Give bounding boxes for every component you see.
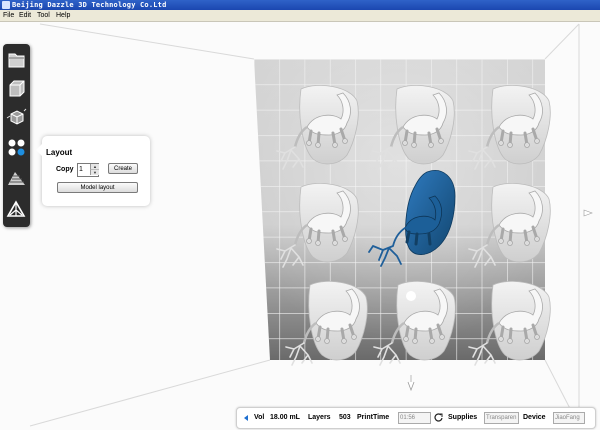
transform-cube-icon[interactable]: [5, 106, 28, 129]
title-bar: Beijing Dazzle 3D Technology Co.Ltd: [0, 0, 600, 10]
copy-count-input[interactable]: [79, 164, 89, 175]
menu-help[interactable]: Help: [56, 10, 70, 21]
menu-file[interactable]: File: [3, 10, 14, 21]
printtime-field: 01:56: [398, 412, 431, 424]
supplies-field[interactable]: Transparen: [484, 412, 519, 424]
menu-edit[interactable]: Edit: [19, 10, 31, 21]
menu-tool[interactable]: Tool: [37, 10, 50, 21]
app-icon: [2, 1, 10, 9]
stepper-down-icon[interactable]: ▼: [90, 170, 99, 175]
collapse-arrow-icon[interactable]: [244, 415, 249, 421]
scene-canvas[interactable]: [0, 22, 600, 430]
vol-value: 18.00 mL: [270, 414, 300, 421]
layout-panel: Layout Copy ▲ ▼ Create Model layout: [36, 136, 150, 206]
view-cube-icon[interactable]: [5, 77, 28, 100]
device-label: Device: [523, 414, 546, 421]
refresh-icon[interactable]: [434, 413, 443, 422]
printtime-label: PrintTime: [357, 414, 390, 421]
copy-label: Copy: [56, 166, 74, 173]
model-layout-button[interactable]: Model layout: [57, 182, 138, 193]
create-button[interactable]: Create: [108, 163, 138, 174]
layout-panel-title: Layout: [46, 148, 73, 157]
supplies-label: Supplies: [448, 414, 478, 421]
menu-bar: File Edit Tool Help: [0, 10, 600, 22]
vol-label: Vol: [254, 414, 265, 421]
open-file-icon[interactable]: [5, 48, 28, 71]
layout-icon[interactable]: [5, 136, 28, 159]
left-toolbar: [3, 44, 30, 227]
slice-layers-icon[interactable]: [5, 167, 28, 190]
layers-label: Layers: [308, 414, 331, 421]
3d-viewport[interactable]: [0, 22, 600, 430]
support-icon[interactable]: [5, 198, 28, 221]
device-field[interactable]: JiaoFang: [553, 412, 585, 424]
copy-stepper: ▲ ▼: [77, 163, 99, 177]
layers-value: 503: [339, 414, 351, 421]
status-bar: Vol 18.00 mL Layers 503 PrintTime 01:56 …: [236, 407, 596, 429]
window-title: Beijing Dazzle 3D Technology Co.Ltd: [12, 1, 167, 9]
highlight-marker: [406, 291, 416, 301]
